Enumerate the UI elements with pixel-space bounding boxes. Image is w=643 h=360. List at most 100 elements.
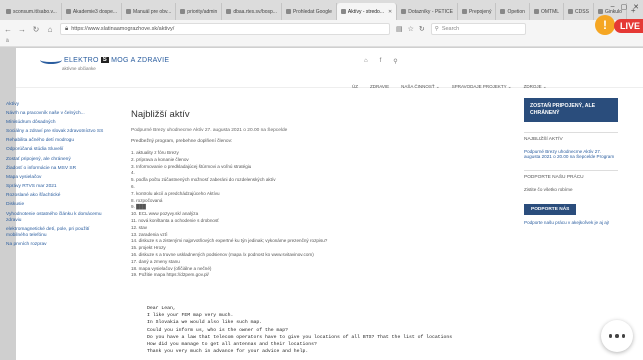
support-button[interactable]: Podporte nás xyxy=(524,204,577,216)
dot-icon xyxy=(621,334,626,338)
agenda-item: 7. kontrolu akcií a predchádzajúceho Akt… xyxy=(131,190,220,196)
browser-tab[interactable]: OMTML xyxy=(530,3,565,20)
agenda-item: 3. Informovanie o predkladajúcej štúrmov… xyxy=(131,163,252,169)
maximize-icon[interactable]: ▢ xyxy=(621,3,628,11)
agenda-item: 14. diskuze s a zistenými najprvotňových… xyxy=(131,238,328,244)
agenda-item: 15. projekt Hrozy xyxy=(131,245,166,251)
browser-tab[interactable]: Akademie3 dospe... xyxy=(62,3,123,20)
browser-tab[interactable]: CDSS xyxy=(564,3,594,20)
browser-tab[interactable]: priority/admin xyxy=(176,3,223,20)
reload-icon[interactable]: ↻ xyxy=(32,25,40,34)
back-icon[interactable]: ← xyxy=(4,25,12,34)
close-tab-icon[interactable]: ✕ xyxy=(388,9,392,15)
favicon-icon xyxy=(533,9,539,14)
nav-item[interactable]: ZDRAVIE xyxy=(370,84,389,90)
minimize-icon[interactable]: – xyxy=(611,3,615,11)
dot-icon xyxy=(615,334,619,338)
article-meta: Podpurné Brezy uhodnecme Aktív 27. augus… xyxy=(131,128,288,133)
browser-tab[interactable]: Opetion xyxy=(496,3,530,20)
next-meeting-title: Najbližší aktív xyxy=(524,136,563,142)
close-icon[interactable]: ✕ xyxy=(633,3,639,11)
browser-tab-bar: sconsum.it/sabo.v... Akademie3 dospe... Ma… xyxy=(0,0,643,20)
nav-item[interactable]: SPRAVODAJE PROJEKTY ⌄ xyxy=(452,84,512,90)
browser-tab[interactable]: Aktívy - stredo... ✕ xyxy=(336,3,398,20)
search-input[interactable]: ⚲ Search xyxy=(430,23,526,35)
agenda-item: 9. ███ xyxy=(131,204,146,210)
sidebar-link[interactable]: elektromagnetické detí, pole, pri použit… xyxy=(6,225,104,240)
favicon-icon xyxy=(180,9,186,14)
sidebar-link[interactable]: Správy RTVS mar 2021 xyxy=(6,183,104,192)
letter-text: Dear Lean, I like your FEM map very much.… xyxy=(147,305,507,355)
sidebar-link[interactable]: Aktívy xyxy=(6,100,104,109)
logo-swirl-icon xyxy=(40,56,62,64)
sidebar-link[interactable]: Mapa vysielačov xyxy=(6,173,104,182)
more-options-button[interactable] xyxy=(601,320,633,352)
tab-label: OMTML xyxy=(540,8,560,15)
browser-tab[interactable]: Manuál pre obv... xyxy=(122,3,177,20)
sidebar-link[interactable]: Vyhodnotenie ostatného článku k domácemu… xyxy=(6,210,104,225)
header-icons: ⌂ f ⚲ xyxy=(364,58,398,65)
support-block: Podporte našu prácu Zistite čo všetko ro… xyxy=(524,170,618,226)
page-title: Najbližší aktív xyxy=(131,109,190,120)
sidebar-link[interactable]: Rozoslané ako šľachtické xyxy=(6,192,104,201)
agenda-item: 19. Požitie mapa https://d2pem.gov.pl/ xyxy=(131,272,209,278)
nav-item[interactable]: ZDROJE ⌄ xyxy=(524,84,547,90)
sidebar-link[interactable]: Diskusie xyxy=(6,201,104,210)
sidebar-link[interactable]: Na prvních rozprav xyxy=(6,240,104,249)
sidebar-link[interactable]: Zostať pripojený, ale chránený xyxy=(6,155,104,164)
facebook-icon[interactable]: f xyxy=(380,58,382,65)
sidebar-link[interactable]: Návrh na pracovník naše v čelných... xyxy=(6,109,104,118)
home-icon[interactable]: ⌂ xyxy=(364,58,368,65)
sidebar-link[interactable]: Odporúčaná stúdia Sluvelií xyxy=(6,146,104,155)
browser-toolbar: ← → ↻ ⌂ 🔒︎ https://www.slatinaamograzhov… xyxy=(0,20,643,38)
browser-tab[interactable]: Prepojený xyxy=(458,3,497,20)
right-sidebar: Zostaň pripojený, ale chránený Najbližší… xyxy=(524,98,618,226)
sidebar-link[interactable]: Žiadosť o informácie na MSV SR xyxy=(6,164,104,173)
live-badge[interactable]: LIVE xyxy=(614,19,643,33)
sidebar-link[interactable]: Mínisúdrum dôsadných xyxy=(6,118,104,127)
browser-tab[interactable]: sconsum.it/sabo.v... xyxy=(2,3,62,20)
agenda-item: 11. nová konštanta a ochodenie s drobnos… xyxy=(131,217,219,223)
bookmarks-label: ä xyxy=(6,38,9,44)
agenda-item: 4. xyxy=(131,170,135,176)
url-text: https://www.slatinaamograzhove.sk/aktivy… xyxy=(71,26,175,32)
refresh-icon[interactable]: ↻ xyxy=(419,25,425,33)
agenda-list: 1. aktuality z fóru Brezy 2. príprava a k… xyxy=(131,150,395,279)
favicon-icon xyxy=(126,9,132,14)
letter-line: In Slovakia we would also like such map. xyxy=(147,320,263,326)
site-logo[interactable]: ELEKTRO S MOG A ZDRAVIE xyxy=(40,56,169,64)
letter-line: I like your FEM map very much. xyxy=(147,313,234,319)
agenda-item: 5. podľa počtu zúčastnených možnosť zabe… xyxy=(131,177,276,183)
next-meeting-text[interactable]: Podpurné Brezy uhodnecme Aktív 27. augus… xyxy=(524,149,618,161)
tab-label: CDSS xyxy=(575,8,589,15)
favicon-icon xyxy=(500,9,506,14)
tab-label: dbaa.rtes.sv/bosp... xyxy=(233,8,277,15)
agenda-item: 16. diskuze s a truvne uskladnených pods… xyxy=(131,251,314,257)
search-icon: ⚲ xyxy=(434,26,439,32)
tab-label: Prepojený xyxy=(468,8,492,15)
home-icon[interactable]: ⌂ xyxy=(46,25,54,34)
window-controls: – ▢ ✕ xyxy=(611,3,639,11)
browser-tab[interactable]: Dotazníky - PETICE xyxy=(397,3,458,20)
logo-mark: S xyxy=(100,57,110,63)
alert-icon[interactable]: ! xyxy=(595,15,615,35)
logo-right-text: MOG A ZDRAVIE xyxy=(111,56,170,64)
url-bar[interactable]: 🔒︎ https://www.slatinaamograzhove.sk/akt… xyxy=(60,23,390,35)
sidebar-link[interactable]: Sociálny a zdraví pre slovak zdravotníct… xyxy=(6,128,104,137)
tab-label: Dotazníky - PETICE xyxy=(408,8,453,15)
support-footer[interactable]: Podporte našu prácu v akejkoľvek je aj a… xyxy=(524,220,618,226)
favicon-icon xyxy=(65,9,71,14)
letter-line: Thank you very much in advance for your … xyxy=(147,349,309,355)
nav-item[interactable]: NAŠA ČINNOSŤ ⌄ xyxy=(401,84,440,90)
browser-tab[interactable]: dbaa.rtes.sv/bosp... xyxy=(222,3,282,20)
stay-connected-banner[interactable]: Zostaň pripojený, ale chránený xyxy=(524,98,618,122)
bookmark-icon[interactable]: ☆ xyxy=(408,25,414,33)
sidebar-link[interactable]: Rehabilita ačného detí modrogu xyxy=(6,137,104,146)
agenda-item: 2. príprava a konanie členov xyxy=(131,156,189,162)
reader-icon[interactable]: ▤ xyxy=(396,25,403,33)
search-icon[interactable]: ⚲ xyxy=(393,58,397,65)
browser-tab[interactable]: Prohledat Google xyxy=(282,3,337,20)
forward-icon[interactable]: → xyxy=(18,25,26,34)
support-title: Podporte našu prácu xyxy=(524,175,584,181)
nav-item[interactable]: ÚZ xyxy=(352,84,358,90)
